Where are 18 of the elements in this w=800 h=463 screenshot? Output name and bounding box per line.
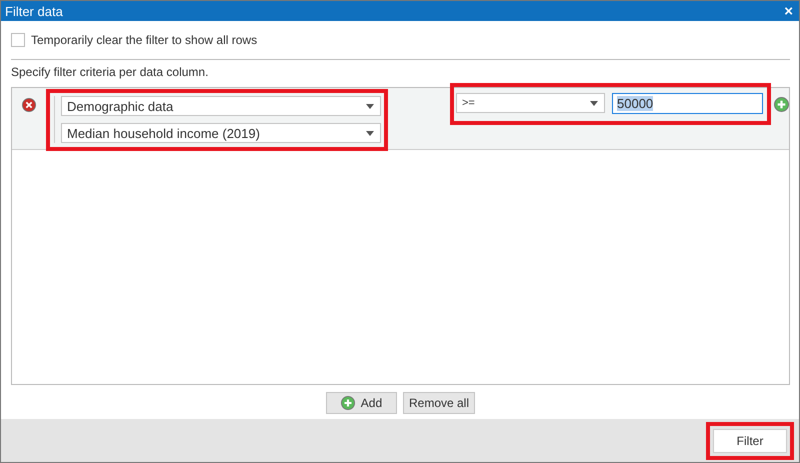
add-icon[interactable] xyxy=(774,97,789,112)
add-icon xyxy=(340,396,355,410)
dropdown[interactable]: Demographic data xyxy=(61,96,381,116)
add-button[interactable]: Add xyxy=(326,392,397,414)
dropdown[interactable]: Median household income (2019) xyxy=(61,123,381,143)
value-field[interactable]: 50000 xyxy=(612,93,763,114)
checkbox[interactable] xyxy=(11,33,25,47)
remove-icon[interactable] xyxy=(22,98,36,112)
filter-button[interactable]: Filter xyxy=(713,428,787,452)
remove-all-button[interactable]: Remove all xyxy=(402,392,476,414)
caret-icon xyxy=(366,104,374,108)
window-title: Filter data xyxy=(5,4,63,18)
instructions-text: Specify filter criteria per data column. xyxy=(11,64,210,80)
caret-icon xyxy=(366,130,374,136)
close-button[interactable]: × xyxy=(782,4,795,18)
operator-dropdown[interactable]: >= xyxy=(456,93,605,113)
checkbox-label: Temporarily clear the filter to show all rows xyxy=(31,33,258,47)
caret-icon xyxy=(590,100,598,106)
